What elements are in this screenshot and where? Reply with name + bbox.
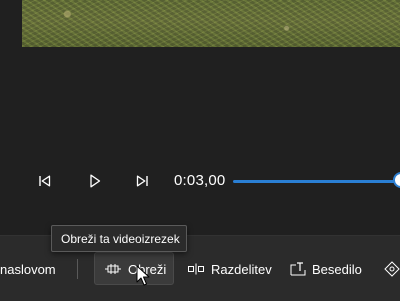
split-button[interactable]: Razdelitev — [187, 253, 272, 285]
play-icon — [90, 174, 101, 188]
video-preview — [22, 0, 400, 47]
motion-icon — [384, 261, 400, 277]
skip-back-icon — [39, 175, 51, 187]
mouse-cursor-icon — [136, 265, 150, 286]
title-card-button[interactable]: naslovom — [0, 253, 56, 285]
trim-tooltip: Obreži ta videoizrezek — [51, 225, 187, 252]
play-button[interactable] — [84, 170, 106, 192]
trim-icon — [104, 263, 122, 275]
skip-forward-icon — [136, 175, 148, 187]
text-icon — [290, 262, 306, 276]
current-time: 0:03,00 — [174, 172, 226, 189]
split-label: Razdelitev — [211, 261, 272, 277]
title-card-label: naslovom — [0, 261, 56, 277]
seek-bar[interactable] — [233, 180, 396, 183]
text-button[interactable]: Besedilo — [290, 253, 362, 285]
toolbar-divider — [77, 259, 78, 279]
split-icon — [187, 263, 205, 275]
next-frame-button[interactable] — [131, 170, 153, 192]
text-label: Besedilo — [312, 261, 362, 277]
player-area — [0, 47, 400, 235]
previous-frame-button[interactable] — [34, 170, 56, 192]
motion-button[interactable] — [384, 253, 400, 285]
